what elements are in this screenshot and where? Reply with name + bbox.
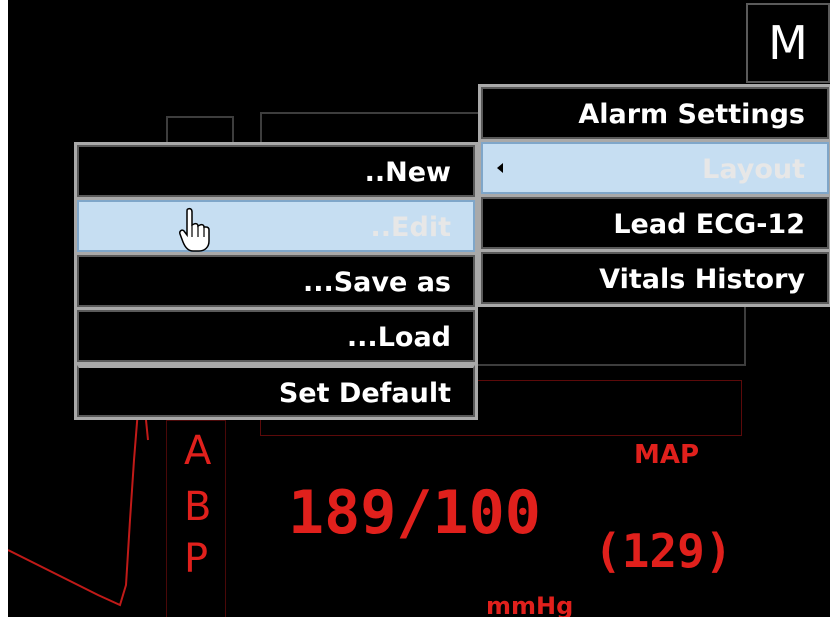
- menu-item-layout[interactable]: Layout: [481, 142, 829, 194]
- submenu-item-new[interactable]: ..New: [77, 145, 475, 197]
- submenu-item-edit[interactable]: ..Edit: [77, 200, 475, 252]
- layout-submenu: ..New ..Edit ...Save as ...Load Set Defa…: [74, 142, 478, 420]
- menu-item-label: ..Edit: [370, 212, 451, 243]
- hand-pointer-icon: [179, 207, 210, 252]
- menu-item-vitals-history[interactable]: Vitals History: [481, 252, 829, 304]
- map-label: MAP: [634, 440, 700, 470]
- submenu-item-set-default[interactable]: Set Default: [77, 365, 475, 417]
- abp-letter-b: B: [184, 484, 212, 530]
- menu-item-label: Vitals History: [599, 264, 805, 295]
- monitor-screen: M Alarm Settings Layout Lead ECG-12 Vita…: [8, 0, 830, 617]
- abp-waveform: [8, 400, 149, 607]
- abp-value: 189/100: [288, 478, 541, 548]
- abp-letter-p: P: [184, 536, 209, 582]
- menu-item-alarm-settings[interactable]: Alarm Settings: [481, 87, 829, 139]
- mode-button[interactable]: M: [746, 3, 830, 83]
- caret-left-icon: [497, 163, 503, 173]
- menu-item-label: ...Load: [346, 322, 451, 353]
- main-menu: Alarm Settings Layout Lead ECG-12 Vitals…: [478, 84, 830, 307]
- menu-item-label: Set Default: [278, 378, 451, 409]
- map-value: (129): [594, 524, 733, 578]
- menu-item-label: Lead ECG-12: [613, 209, 805, 240]
- menu-item-label: Layout: [702, 154, 805, 185]
- submenu-item-save-as[interactable]: ...Save as: [77, 255, 475, 307]
- menu-item-label: ...Save as: [302, 267, 451, 298]
- abp-letter-a: A: [184, 428, 212, 474]
- menu-item-label: Alarm Settings: [578, 99, 805, 130]
- menu-item-label: ..New: [364, 157, 451, 188]
- unit-label: mmHg: [486, 592, 574, 617]
- submenu-item-load[interactable]: ...Load: [77, 310, 475, 362]
- menu-item-lead-ecg-12[interactable]: Lead ECG-12: [481, 197, 829, 249]
